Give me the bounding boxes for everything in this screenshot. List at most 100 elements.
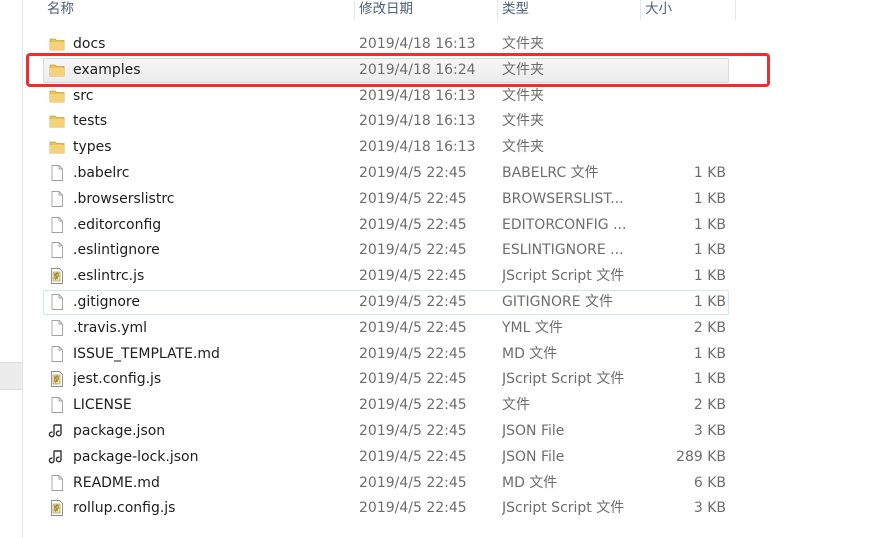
file-name: jest.config.js	[73, 371, 162, 388]
column-header-date[interactable]: 修改日期	[355, 0, 498, 20]
file-size	[642, 110, 726, 133]
blank-file-icon	[48, 474, 68, 494]
file-name: src	[73, 87, 94, 104]
column-header-bar: 名称 修改日期 类型 大小	[23, 0, 894, 20]
file-type: MD 文件	[502, 474, 558, 491]
file-name: .editorconfig	[73, 216, 162, 233]
file-name: tests	[73, 113, 108, 130]
column-divider[interactable]	[735, 0, 736, 20]
file-row[interactable]: .browserslistrc 2019/4/5 22:45 BROWSERSLIS…	[43, 187, 729, 212]
file-date-modified: 2019/4/5 22:45	[359, 423, 467, 439]
file-row[interactable]: examples 2019/4/18 16:24 文件夹	[43, 57, 729, 83]
file-type: JSON File	[502, 423, 565, 439]
file-row[interactable]: .gitignore 2019/4/5 22:45 GITIGNORE 文件 1 KB	[43, 290, 729, 315]
folder-icon	[48, 61, 68, 81]
folder-icon	[48, 87, 68, 107]
file-type: EDITORCONFIG ...	[502, 216, 627, 233]
file-row[interactable]: README.md 2019/4/5 22:45 MD 文件 6 KB	[43, 471, 729, 496]
file-type: 文件	[502, 397, 530, 414]
file-name: ISSUE_TEMPLATE.md	[73, 345, 220, 362]
blank-file-icon	[48, 293, 68, 313]
navigation-pane-scroll-thumb[interactable]	[0, 362, 22, 390]
file-date-modified: 2019/4/5 22:45	[359, 319, 467, 336]
file-row[interactable]: ISSUE_TEMPLATE.md 2019/4/5 22:45 MD 文件 1 KB	[43, 342, 729, 367]
file-name: .travis.yml	[73, 319, 148, 336]
file-type: BABELRC 文件	[502, 165, 599, 181]
file-size: 3 KB	[693, 423, 726, 439]
file-date-modified: 2019/4/5 22:45	[359, 242, 467, 259]
file-date-modified: 2019/4/18 16:13	[359, 139, 476, 156]
file-explorer: 名称 修改日期 类型 大小 docs 2019/4/18 16:13 文件夹 exa…	[0, 0, 894, 538]
file-name: .gitignore	[73, 294, 140, 310]
file-type: JScript Script 文件	[502, 500, 625, 517]
file-type: BROWSERSLIST...	[502, 190, 624, 207]
column-header-size[interactable]: 大小	[641, 0, 736, 20]
script-file-icon	[48, 370, 68, 390]
file-type: 文件夹	[502, 113, 544, 130]
file-size: 1 KB	[693, 190, 726, 207]
file-name: .eslintrc.js	[73, 268, 145, 285]
folder-icon	[48, 138, 68, 158]
file-size: 1 KB	[693, 345, 726, 362]
file-row[interactable]: package.json 2019/4/5 22:45 JSON File 3 KB	[43, 419, 729, 444]
json-file-icon	[48, 422, 68, 442]
file-size: 1 KB	[693, 165, 726, 181]
navigation-pane-edge[interactable]	[0, 0, 23, 538]
file-row[interactable]: .travis.yml 2019/4/5 22:45 YML 文件 2 KB	[43, 316, 729, 341]
blank-file-icon	[48, 216, 68, 236]
file-size: 1 KB	[693, 268, 726, 285]
file-row[interactable]: LICENSE 2019/4/5 22:45 文件 2 KB	[43, 393, 729, 418]
file-type: 文件夹	[502, 61, 544, 78]
file-row[interactable]: .babelrc 2019/4/5 22:45 BABELRC 文件 1 KB	[43, 161, 729, 186]
file-date-modified: 2019/4/18 16:13	[359, 87, 476, 104]
file-row[interactable]: types 2019/4/18 16:13 文件夹	[43, 135, 729, 160]
column-header-name[interactable]: 名称	[23, 0, 355, 20]
file-type: JSON File	[502, 448, 565, 465]
file-row[interactable]: jest.config.js 2019/4/5 22:45 JScript Scri…	[43, 367, 729, 392]
file-row[interactable]: rollup.config.js 2019/4/5 22:45 JScript Sc…	[43, 496, 729, 521]
blank-file-icon	[48, 396, 68, 416]
blank-file-icon	[48, 319, 68, 339]
file-size: 2 KB	[693, 397, 726, 414]
file-size: 2 KB	[693, 319, 726, 336]
json-file-icon	[48, 448, 68, 468]
file-size	[642, 85, 726, 108]
column-header-type[interactable]: 类型	[498, 0, 641, 20]
script-file-icon	[48, 499, 68, 519]
blank-file-icon	[48, 164, 68, 184]
file-date-modified: 2019/4/18 16:13	[359, 36, 476, 52]
file-date-modified: 2019/4/5 22:45	[359, 397, 467, 414]
file-size: 1 KB	[693, 294, 726, 310]
file-name: package.json	[73, 423, 166, 439]
file-row[interactable]: .eslintrc.js 2019/4/5 22:45 JScript Script…	[43, 264, 729, 289]
file-size: 3 KB	[693, 500, 726, 517]
file-date-modified: 2019/4/5 22:45	[359, 294, 467, 310]
file-name: docs	[73, 36, 106, 52]
file-date-modified: 2019/4/5 22:45	[359, 268, 467, 285]
file-name: types	[73, 139, 112, 156]
file-size: 289 KB	[676, 448, 726, 465]
file-row[interactable]: tests 2019/4/18 16:13 文件夹	[43, 109, 729, 134]
file-row[interactable]: .editorconfig 2019/4/5 22:45 EDITORCONFIG …	[43, 213, 729, 238]
file-date-modified: 2019/4/5 22:45	[359, 216, 467, 233]
file-row[interactable]: .eslintignore 2019/4/5 22:45 ESLINTIGNORE …	[43, 238, 729, 263]
file-name: LICENSE	[73, 397, 132, 414]
column-header-size-label: 大小	[645, 1, 672, 17]
file-row[interactable]: package-lock.json 2019/4/5 22:45 JSON File…	[43, 445, 729, 470]
file-date-modified: 2019/4/5 22:45	[359, 371, 467, 388]
blank-file-icon	[48, 190, 68, 210]
file-size: 1 KB	[693, 216, 726, 233]
file-name: README.md	[73, 474, 160, 491]
file-date-modified: 2019/4/5 22:45	[359, 165, 467, 181]
file-row[interactable]: docs 2019/4/18 16:13 文件夹	[43, 32, 729, 57]
column-header-name-label: 名称	[47, 1, 74, 17]
file-name: .browserslistrc	[73, 190, 175, 207]
file-size	[642, 33, 726, 56]
file-date-modified: 2019/4/5 22:45	[359, 345, 467, 362]
file-name: examples	[73, 61, 141, 78]
file-row[interactable]: src 2019/4/18 16:13 文件夹	[43, 84, 729, 109]
file-type: 文件夹	[502, 139, 544, 156]
file-size	[642, 136, 726, 159]
file-name: package-lock.json	[73, 448, 199, 465]
file-date-modified: 2019/4/18 16:13	[359, 113, 476, 130]
